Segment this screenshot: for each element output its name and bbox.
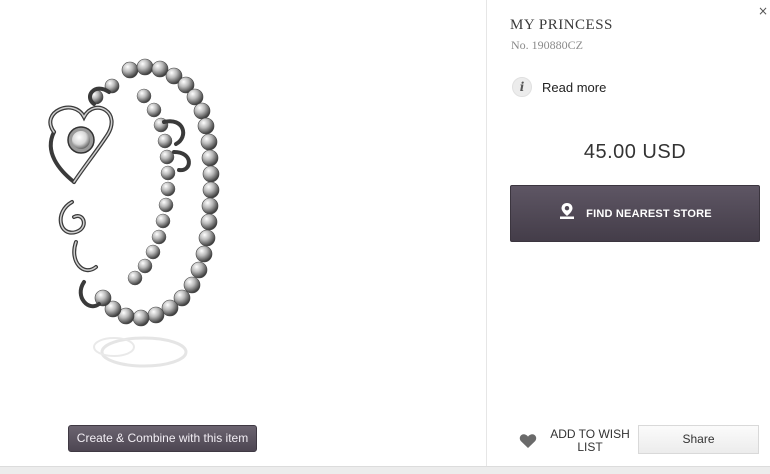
product-title: MY PRINCESS xyxy=(510,17,613,33)
map-pin-icon xyxy=(560,202,575,219)
product-image-pane: Create & Combine with this item xyxy=(0,0,486,474)
info-icon: i xyxy=(512,77,532,97)
share-button[interactable]: Share xyxy=(638,425,759,454)
panel-divider xyxy=(486,0,487,468)
read-more-link[interactable]: i Read more xyxy=(512,76,606,98)
heart-icon xyxy=(519,434,537,448)
product-image xyxy=(48,58,220,368)
product-price: 45.00 USD xyxy=(583,141,687,163)
find-store-label: FIND NEAREST STORE xyxy=(586,207,712,220)
read-more-label: Read more xyxy=(542,79,607,95)
bottom-border xyxy=(0,466,770,474)
find-nearest-store-button[interactable]: FIND NEAREST STORE xyxy=(510,185,760,242)
product-number: No. 190880CZ xyxy=(511,38,583,52)
wish-list-label: ADD TO WISH LIST xyxy=(550,427,630,454)
add-to-wish-list-button[interactable]: ADD TO WISH LIST xyxy=(519,427,637,455)
create-combine-button[interactable]: Create & Combine with this item xyxy=(68,425,257,452)
close-icon[interactable]: × xyxy=(757,4,769,18)
